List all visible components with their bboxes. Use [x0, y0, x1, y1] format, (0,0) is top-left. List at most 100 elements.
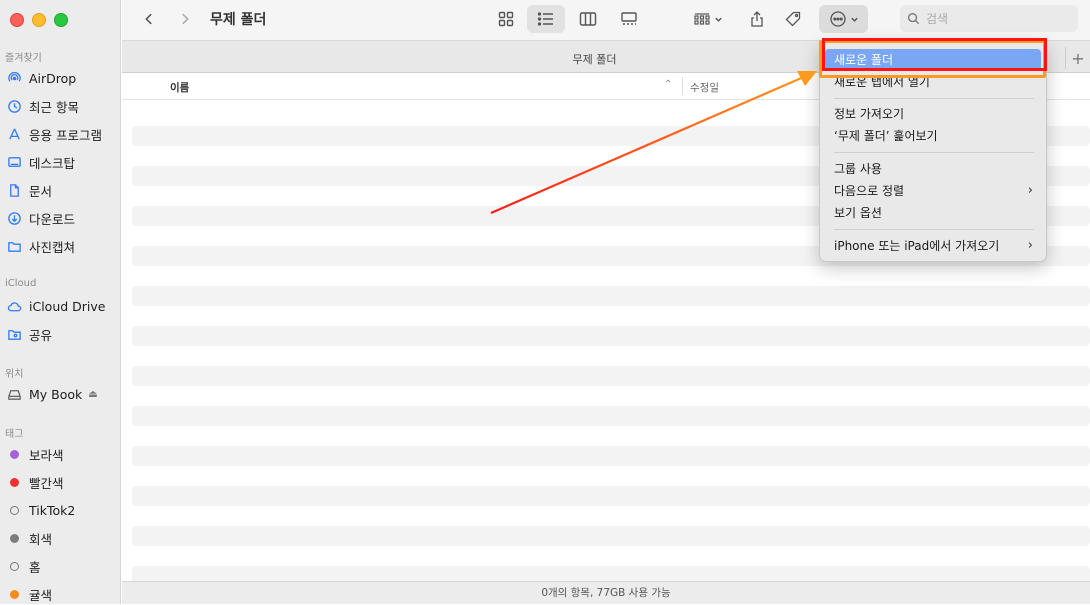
- gallery-view-button[interactable]: [614, 5, 644, 33]
- column-divider[interactable]: [682, 77, 683, 95]
- sidebar-item-label: 사진캡쳐: [29, 239, 76, 255]
- menu-item-label: 다음으로 정렬: [834, 184, 905, 198]
- menu-item-label: iPhone 또는 iPad에서 가져오기: [834, 239, 1000, 253]
- sidebar-item-downloads[interactable]: 다운로드: [6, 207, 75, 229]
- menu-item-get-info[interactable]: 정보 가져오기: [825, 103, 1041, 125]
- column-name-header[interactable]: 이름: [170, 80, 189, 95]
- tag-icon: [785, 11, 801, 27]
- sidebar-tag-red[interactable]: 빨간색: [6, 471, 64, 493]
- minimize-window-button[interactable]: [32, 13, 46, 27]
- sidebar-item-applications[interactable]: 응용 프로그램: [6, 123, 102, 145]
- sidebar-item-label: TikTok2: [29, 502, 76, 518]
- plus-icon: +: [1071, 48, 1085, 68]
- sidebar-section-favorites: 즐겨찾기: [5, 53, 42, 64]
- sidebar-item-label: My Book: [29, 386, 83, 402]
- group-icon: [694, 13, 710, 25]
- menu-item-new-folder[interactable]: 새로운 폴더: [825, 49, 1041, 71]
- sidebar-item-recents[interactable]: 최근 항목: [6, 95, 79, 117]
- menu-item-open-in-new-tab[interactable]: 새로운 탭에서 열기: [825, 71, 1041, 93]
- clock-icon: [6, 98, 22, 114]
- sidebar-item-my-book[interactable]: My Book ⏏: [6, 383, 98, 405]
- sidebar-item-desktop[interactable]: 데스크탑: [6, 151, 75, 173]
- sidebar-tag-gray[interactable]: 회색: [6, 527, 52, 549]
- forward-button[interactable]: [172, 6, 198, 32]
- column-date-header[interactable]: 수정일: [690, 80, 719, 95]
- desktop-icon: [6, 154, 22, 170]
- sidebar-section-tags: 태그: [5, 429, 24, 440]
- ellipsis-circle-icon: [829, 11, 846, 27]
- cloud-icon: [6, 298, 22, 314]
- sidebar-item-screenshots[interactable]: 사진캡쳐: [6, 235, 75, 257]
- back-button[interactable]: [136, 6, 162, 32]
- menu-item-view-options[interactable]: 보기 옵션: [825, 202, 1041, 224]
- icon-view-icon: [498, 11, 514, 27]
- sidebar-item-label: 최근 항목: [29, 99, 79, 115]
- list-stripe: [132, 286, 1090, 306]
- menu-item-sort-by[interactable]: 다음으로 정렬 ›: [825, 180, 1041, 202]
- chevron-down-icon: [850, 17, 858, 22]
- sidebar-item-label: AirDrop: [29, 70, 77, 86]
- more-actions-button[interactable]: [819, 5, 868, 33]
- applications-icon: [6, 126, 22, 142]
- list-stripe: [132, 366, 1090, 386]
- sidebar-item-shared[interactable]: 공유: [6, 323, 52, 345]
- list-stripe: [132, 326, 1090, 346]
- list-view-button[interactable]: [527, 5, 565, 33]
- list-stripe: [132, 486, 1090, 506]
- shared-folder-icon: [6, 326, 22, 342]
- eject-icon[interactable]: ⏏: [88, 389, 97, 400]
- sidebar-item-label: 다운로드: [29, 211, 76, 227]
- sidebar-item-label: 응용 프로그램: [29, 127, 102, 143]
- list-stripe: [132, 406, 1090, 426]
- sidebar-section-icloud: iCloud: [5, 278, 37, 289]
- sidebar-tag-tiktok2[interactable]: TikTok2: [6, 499, 75, 521]
- chevron-right-icon: [182, 13, 189, 25]
- close-window-button[interactable]: [10, 13, 24, 27]
- menu-item-import-from-iphone[interactable]: iPhone 또는 iPad에서 가져오기 ›: [825, 235, 1041, 257]
- list-stripe: [132, 566, 1090, 581]
- sidebar-tag-home[interactable]: 홈: [6, 555, 41, 577]
- column-view-button[interactable]: [573, 5, 603, 33]
- sidebar-item-label: 공유: [29, 327, 53, 343]
- sidebar-tag-purple[interactable]: 보라색: [6, 443, 64, 465]
- icon-view-button[interactable]: [491, 5, 521, 33]
- tag-dot-icon: [6, 446, 22, 462]
- download-icon: [6, 210, 22, 226]
- list-stripe: [132, 526, 1090, 546]
- chevron-right-icon: ›: [1027, 183, 1033, 198]
- sidebar-item-icloud-drive[interactable]: iCloud Drive: [6, 295, 105, 317]
- group-button[interactable]: [688, 5, 728, 33]
- sidebar-tag-orange[interactable]: 귤색: [6, 583, 52, 605]
- status-bar: 0개의 항목, 77GB 사용 가능: [122, 581, 1090, 604]
- menu-separator: [834, 229, 1034, 230]
- window-controls: [10, 13, 68, 27]
- folder-icon: [6, 238, 22, 254]
- sidebar-item-label: iCloud Drive: [29, 298, 106, 314]
- menu-separator: [834, 98, 1034, 99]
- tag-dot-icon: [6, 530, 22, 546]
- zoom-window-button[interactable]: [54, 13, 68, 27]
- column-view-icon: [579, 12, 597, 26]
- search-field[interactable]: 검색: [900, 5, 1078, 32]
- sidebar-item-documents[interactable]: 문서: [6, 179, 52, 201]
- sidebar-item-label: 홈: [29, 559, 41, 575]
- sidebar-item-label: 데스크탑: [29, 155, 76, 171]
- share-icon: [751, 11, 763, 27]
- sort-ascending-icon: ⌃: [664, 79, 673, 90]
- sidebar-item-airdrop[interactable]: AirDrop: [6, 67, 76, 89]
- menu-item-use-groups[interactable]: 그룹 사용: [825, 158, 1041, 180]
- new-tab-button[interactable]: +: [1065, 47, 1090, 69]
- menu-separator: [834, 152, 1034, 153]
- tag-dot-icon: [6, 586, 22, 602]
- document-icon: [6, 182, 22, 198]
- sidebar: 즐겨찾기 AirDrop 최근 항목 응용 프로그램 데스크탑 문서 다운로드 …: [0, 0, 121, 604]
- tag-button[interactable]: [778, 5, 808, 33]
- menu-item-quick-look[interactable]: ‘무제 폴더’ 훑어보기: [825, 125, 1041, 147]
- search-icon: [907, 12, 920, 25]
- airdrop-icon: [6, 70, 22, 86]
- more-actions-menu: 새로운 폴더 새로운 탭에서 열기 정보 가져오기 ‘무제 폴더’ 훑어보기 그…: [819, 40, 1047, 262]
- sidebar-section-locations: 위치: [5, 369, 24, 380]
- tag-dot-icon: [6, 502, 22, 518]
- share-button[interactable]: [742, 5, 772, 33]
- toolbar: 무제 폴더 검색: [122, 0, 1090, 40]
